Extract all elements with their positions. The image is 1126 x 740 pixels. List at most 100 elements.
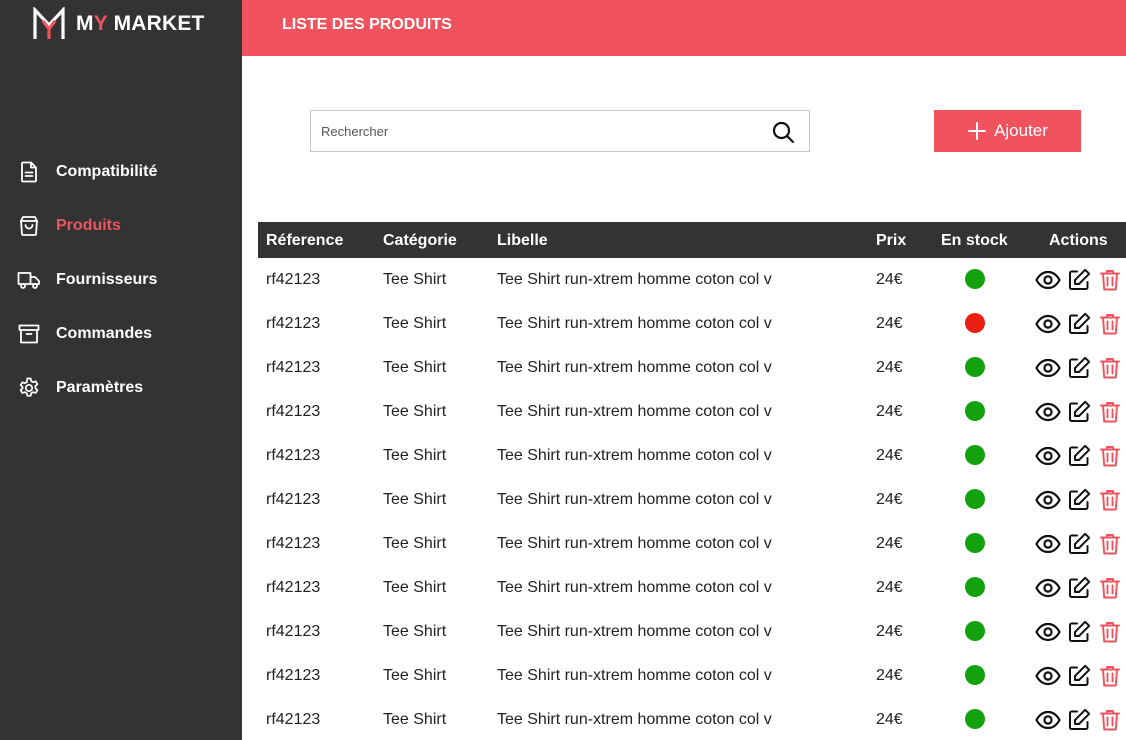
edit-icon xyxy=(1069,444,1091,466)
table-header: Réference Catégorie Libelle Prix En stoc… xyxy=(258,222,1126,258)
view-button[interactable] xyxy=(1035,311,1061,337)
view-button[interactable] xyxy=(1035,663,1061,689)
cell-categorie: Tee Shirt xyxy=(383,403,447,420)
cell-categorie: Tee Shirt xyxy=(383,623,447,640)
search-icon[interactable] xyxy=(771,120,795,144)
sidebar-item-label: Commandes xyxy=(56,325,153,342)
stock-status-indicator xyxy=(965,269,985,289)
cell-reference: rf42123 xyxy=(266,623,321,640)
delete-button[interactable] xyxy=(1097,663,1123,689)
cell-prix: 24€ xyxy=(876,447,903,464)
view-icon xyxy=(1035,622,1061,642)
cell-libelle: Tee Shirt run-xtrem homme coton col v xyxy=(497,491,772,508)
view-button[interactable] xyxy=(1035,575,1061,601)
delete-button[interactable] xyxy=(1097,267,1123,293)
edit-button[interactable] xyxy=(1066,355,1092,381)
table-row: rf42123 Tee Shirt Tee Shirt run-xtrem homm… xyxy=(258,258,1126,302)
column-header-prix[interactable]: Prix xyxy=(876,232,906,250)
view-button[interactable] xyxy=(1035,531,1061,557)
sidebar-item-fournisseurs[interactable]: Fournisseurs xyxy=(0,260,242,300)
cell-reference: rf42123 xyxy=(266,359,321,376)
cell-libelle: Tee Shirt run-xtrem homme coton col v xyxy=(497,403,772,420)
cell-categorie: Tee Shirt xyxy=(383,447,447,464)
top-bar: LISTE DES PRODUITS xyxy=(242,0,1126,56)
edit-button[interactable] xyxy=(1066,531,1092,557)
column-header-reference[interactable]: Réference xyxy=(266,232,343,250)
cell-categorie: Tee Shirt xyxy=(383,535,447,552)
edit-button[interactable] xyxy=(1066,487,1092,513)
trash-icon xyxy=(1100,270,1120,291)
column-header-stock[interactable]: En stock xyxy=(941,232,1008,250)
view-button[interactable] xyxy=(1035,443,1061,469)
edit-button[interactable] xyxy=(1066,707,1092,733)
delete-button[interactable] xyxy=(1097,487,1123,513)
delete-button[interactable] xyxy=(1097,707,1123,733)
cell-libelle: Tee Shirt run-xtrem homme coton col v xyxy=(497,579,772,596)
edit-button[interactable] xyxy=(1066,311,1092,337)
edit-button[interactable] xyxy=(1066,443,1092,469)
view-icon xyxy=(1035,270,1061,290)
delete-button[interactable] xyxy=(1097,531,1123,557)
sidebar-item-compatibilite[interactable]: Compatibilité xyxy=(0,152,242,192)
stock-status-indicator xyxy=(965,577,985,597)
edit-button[interactable] xyxy=(1066,267,1092,293)
edit-button[interactable] xyxy=(1066,575,1092,601)
gear-icon xyxy=(19,377,39,397)
edit-button[interactable] xyxy=(1066,619,1092,645)
view-button[interactable] xyxy=(1035,487,1061,513)
sidebar-item-produits[interactable]: Produits xyxy=(0,206,242,246)
table-row: rf42123 Tee Shirt Tee Shirt run-xtrem homm… xyxy=(258,346,1126,390)
edit-icon xyxy=(1069,268,1091,290)
edit-icon xyxy=(1069,400,1091,422)
view-button[interactable] xyxy=(1035,399,1061,425)
cell-categorie: Tee Shirt xyxy=(383,359,447,376)
view-button[interactable] xyxy=(1035,707,1061,733)
edit-icon xyxy=(1069,356,1091,378)
cell-categorie: Tee Shirt xyxy=(383,491,447,508)
delete-button[interactable] xyxy=(1097,399,1123,425)
cell-prix: 24€ xyxy=(876,667,903,684)
view-icon xyxy=(1035,314,1061,334)
brand-name: MY MARKET xyxy=(76,12,205,35)
brand-logo[interactable]: MY MARKET xyxy=(32,7,205,41)
column-header-actions: Actions xyxy=(1049,232,1108,249)
edit-icon xyxy=(1069,312,1091,334)
view-button[interactable] xyxy=(1035,619,1061,645)
trash-icon xyxy=(1100,358,1120,379)
delete-button[interactable] xyxy=(1097,619,1123,645)
column-header-libelle[interactable]: Libelle xyxy=(497,232,548,250)
delete-button[interactable] xyxy=(1097,355,1123,381)
cell-libelle: Tee Shirt run-xtrem homme coton col v xyxy=(497,667,772,684)
cell-prix: 24€ xyxy=(876,579,903,596)
delete-button[interactable] xyxy=(1097,443,1123,469)
view-button[interactable] xyxy=(1035,355,1061,381)
edit-button[interactable] xyxy=(1066,399,1092,425)
view-icon xyxy=(1035,534,1061,554)
products-table: Réference Catégorie Libelle Prix En stoc… xyxy=(258,222,1126,740)
sidebar-item-parametres[interactable]: Paramètres xyxy=(0,368,242,408)
trash-icon xyxy=(1100,710,1120,731)
column-header-categorie[interactable]: Catégorie xyxy=(383,232,457,250)
cell-reference: rf42123 xyxy=(266,271,321,288)
table-row: rf42123 Tee Shirt Tee Shirt run-xtrem homm… xyxy=(258,654,1126,698)
sidebar-item-label: Produits xyxy=(56,217,121,234)
search-box xyxy=(310,110,810,152)
view-button[interactable] xyxy=(1035,267,1061,293)
add-product-button[interactable]: Ajouter xyxy=(934,110,1081,152)
delete-button[interactable] xyxy=(1097,575,1123,601)
sidebar-item-commandes[interactable]: Commandes xyxy=(0,314,242,354)
cell-categorie: Tee Shirt xyxy=(383,711,447,728)
edit-button[interactable] xyxy=(1066,663,1092,689)
search-input[interactable] xyxy=(311,111,761,151)
table-body: rf42123 Tee Shirt Tee Shirt run-xtrem homm… xyxy=(258,258,1126,740)
edit-icon xyxy=(1069,488,1091,510)
edit-icon xyxy=(1069,664,1091,686)
cell-reference: rf42123 xyxy=(266,447,321,464)
stock-status-indicator xyxy=(965,357,985,377)
stock-status-indicator xyxy=(965,533,985,553)
add-button-label: Ajouter xyxy=(994,121,1048,140)
trash-icon xyxy=(1100,578,1120,599)
cell-reference: rf42123 xyxy=(266,667,321,684)
delete-button[interactable] xyxy=(1097,311,1123,337)
page-title: LISTE DES PRODUITS xyxy=(282,16,452,33)
